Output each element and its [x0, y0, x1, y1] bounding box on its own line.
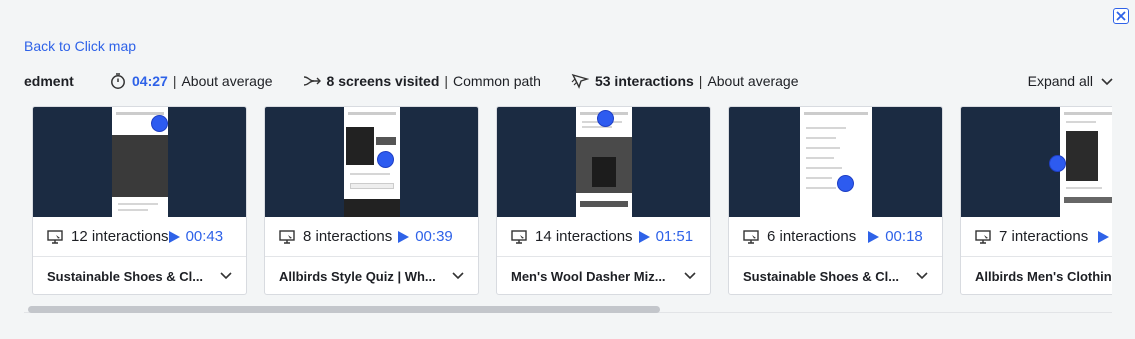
close-icon — [1116, 11, 1126, 21]
screen-card[interactable]: 8 interactions 00:39 Allbirds Style Quiz… — [264, 106, 479, 295]
interactions-stat: 53 interactions | About average — [571, 73, 799, 89]
scrollbar-thumb[interactable] — [28, 306, 660, 313]
horizontal-scrollbar[interactable] — [24, 303, 1112, 313]
screens-stat: 8 screens visited | Common path — [303, 73, 541, 89]
click-dot — [837, 175, 854, 192]
click-dot — [1049, 155, 1066, 172]
path-icon — [303, 74, 321, 88]
chevron-down-icon[interactable] — [452, 272, 464, 280]
screen-time[interactable]: 00:39 — [415, 228, 453, 245]
screen-title: Sustainable Shoes & Cl... — [743, 268, 900, 284]
card-meta: 8 interactions 00:39 — [265, 217, 478, 257]
interactions-count: 8 interactions — [303, 228, 393, 245]
screens-carousel: 12 interactions 00:43 Sustainable Shoes … — [24, 106, 1112, 296]
card-meta: 12 interactions 00:43 — [33, 217, 246, 257]
card-title-row[interactable]: Sustainable Shoes & Cl... — [33, 257, 246, 294]
participant-name: edment — [24, 73, 74, 89]
screen-title: Sustainable Shoes & Cl... — [47, 268, 204, 284]
interactions-value: 53 interactions — [594, 73, 694, 89]
screens-track: 12 interactions 00:43 Sustainable Shoes … — [24, 106, 1112, 295]
chevron-down-icon[interactable] — [220, 272, 232, 280]
screen-title: Allbirds Men's Clothin — [975, 268, 1112, 284]
screen-card[interactable]: 6 interactions 00:18 Sustainable Shoes &… — [728, 106, 943, 295]
chevron-down-icon[interactable] — [684, 272, 696, 280]
monitor-icon — [743, 229, 759, 244]
close-button[interactable] — [1113, 8, 1129, 24]
screen-thumbnail[interactable] — [265, 107, 478, 217]
click-dot — [597, 110, 614, 127]
screen-card[interactable]: 12 interactions 00:43 Sustainable Shoes … — [32, 106, 247, 295]
card-meta: 14 interactions 01:51 — [497, 217, 710, 257]
time-label: About average — [181, 73, 273, 89]
back-to-click-map-link[interactable]: Back to Click map — [24, 38, 136, 54]
screen-title: Men's Wool Dasher Miz... — [511, 268, 666, 284]
interactions-count: 14 interactions — [535, 228, 633, 245]
play-icon[interactable] — [168, 230, 180, 243]
chevron-down-icon — [1101, 73, 1113, 89]
screen-time[interactable]: 00:18 — [885, 228, 923, 245]
screen-card[interactable]: 14 interactions 01:51 Men's Wool Dasher … — [496, 106, 711, 295]
click-dot — [151, 115, 168, 132]
screen-thumbnail[interactable] — [33, 107, 246, 217]
click-dot — [377, 151, 394, 168]
time-stat: 04:27 | About average — [110, 72, 273, 90]
card-title-row[interactable]: Sustainable Shoes & Cl... — [729, 257, 942, 294]
card-meta: 7 interactions — [961, 217, 1112, 257]
screen-thumbnail[interactable] — [961, 107, 1112, 217]
time-value: 04:27 — [132, 73, 168, 89]
expand-all-button[interactable]: Expand all — [1028, 73, 1113, 89]
screen-card[interactable]: 7 interactions Allbirds Men's Clothin — [960, 106, 1112, 295]
screen-thumbnail[interactable] — [497, 107, 710, 217]
screens-value: 8 screens visited — [326, 73, 440, 89]
monitor-icon — [511, 229, 527, 244]
chevron-down-icon[interactable] — [916, 272, 928, 280]
monitor-icon — [47, 229, 63, 244]
phone-screenshot — [1059, 107, 1112, 217]
screen-time[interactable]: 00:43 — [186, 228, 224, 245]
card-title-row[interactable]: Allbirds Style Quiz | Wh... — [265, 257, 478, 294]
screen-time[interactable]: 01:51 — [656, 228, 694, 245]
cursor-icon — [571, 73, 589, 89]
play-icon[interactable] — [398, 230, 410, 243]
interactions-count: 7 interactions — [999, 228, 1089, 245]
monitor-icon — [975, 229, 991, 244]
screen-thumbnail[interactable] — [729, 107, 942, 217]
session-stats-row: edment 04:27 | About average 8 screens v… — [24, 71, 1113, 91]
monitor-icon — [279, 229, 295, 244]
card-title-row[interactable]: Allbirds Men's Clothin — [961, 257, 1112, 294]
interactions-count: 6 interactions — [767, 228, 857, 245]
play-icon[interactable] — [868, 230, 880, 243]
card-title-row[interactable]: Men's Wool Dasher Miz... — [497, 257, 710, 294]
interactions-count: 12 interactions — [71, 228, 169, 245]
play-icon[interactable] — [638, 230, 650, 243]
stopwatch-icon — [110, 72, 126, 90]
expand-all-label: Expand all — [1027, 73, 1093, 89]
phone-screenshot — [799, 107, 872, 217]
card-meta: 6 interactions 00:18 — [729, 217, 942, 257]
interactions-label: About average — [707, 73, 799, 89]
screens-label: Common path — [453, 73, 541, 89]
screen-title: Allbirds Style Quiz | Wh... — [279, 268, 436, 284]
play-icon[interactable] — [1098, 230, 1110, 243]
